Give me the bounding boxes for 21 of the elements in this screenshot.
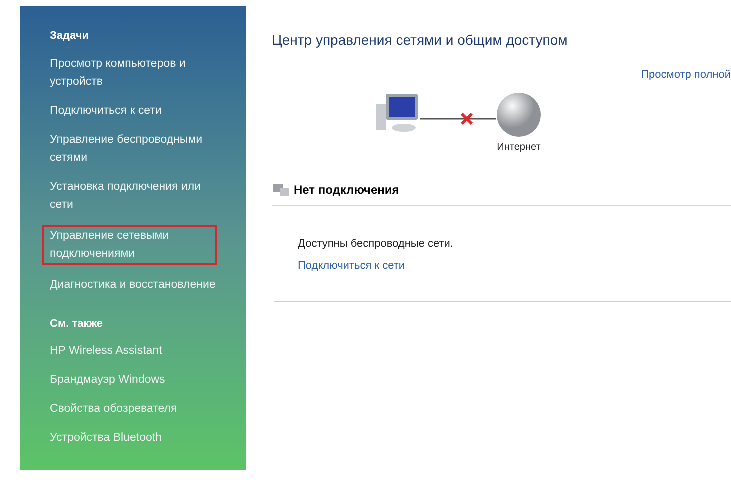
sidebar-link[interactable]: HP Wireless Assistant (50, 342, 216, 360)
network-icon (272, 182, 290, 198)
sidebar-link[interactable]: Устройства Bluetooth (50, 429, 216, 447)
sidebar-link[interactable]: Свойства обозревателя (50, 400, 216, 418)
sidebar-link[interactable]: Диагностика и восстановление (50, 276, 216, 294)
page-title: Центр управления сетями и общим доступом (272, 31, 569, 50)
status-heading: Нет подключения (294, 182, 400, 198)
computer-icon (374, 92, 420, 134)
globe-icon (496, 92, 542, 138)
section-heading: См. также (50, 316, 104, 332)
connect-link[interactable]: Подключиться к сети (298, 258, 406, 274)
full-map-link[interactable]: Просмотр полной (641, 67, 731, 84)
sidebar-link[interactable]: Подключиться к сети (50, 102, 216, 120)
sidebar-link[interactable]: Просмотр компьютеров и устройств (50, 54, 216, 90)
sidebar-link[interactable]: Установка подключения или сети (50, 178, 216, 214)
section-heading: Задачи (50, 29, 90, 44)
sidebar-link[interactable]: Управление сетевыми подключениями (42, 224, 217, 264)
sidebar-link[interactable]: Брандмауэр Windows (50, 371, 216, 389)
internet-label: Интернет (497, 140, 541, 154)
sidebar-link[interactable]: Управление беспроводными сетями (50, 130, 216, 166)
status-message: Доступны беспроводные сети. (298, 236, 454, 252)
